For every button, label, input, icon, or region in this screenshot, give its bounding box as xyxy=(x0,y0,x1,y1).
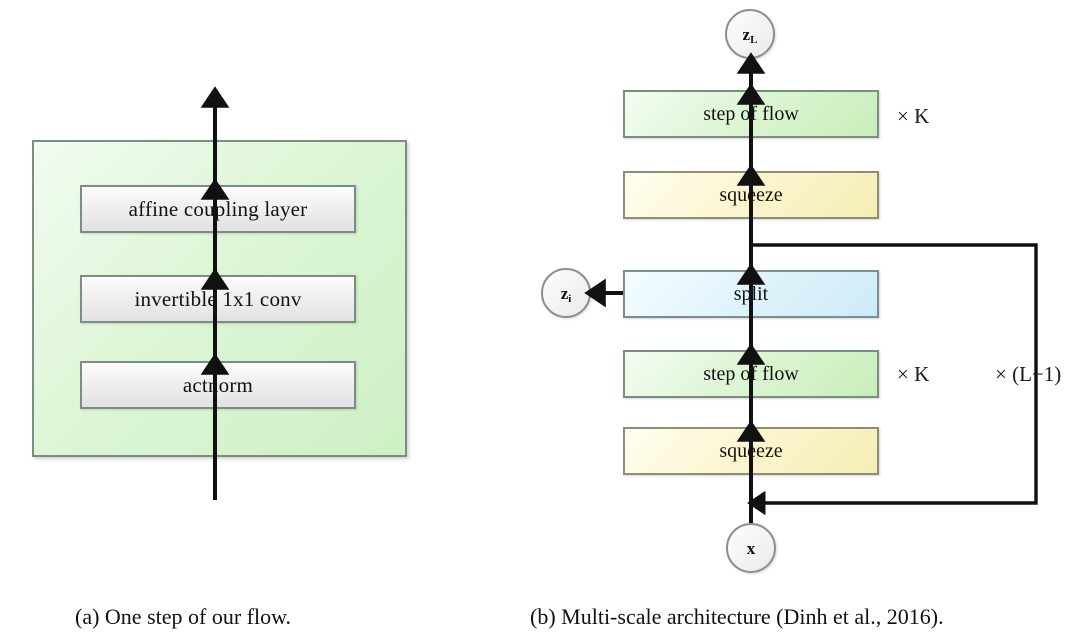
step-of-flow-box-bottom: step of flow xyxy=(623,350,879,398)
affine-coupling-layer-box: affine coupling layer xyxy=(80,185,356,233)
squeeze-box-top: squeeze xyxy=(623,171,879,219)
multiplicity-l-minus-1: × (L−1) xyxy=(995,362,1062,386)
invertible-1x1-conv-box: invertible 1x1 conv xyxy=(80,275,356,323)
squeeze-bottom-label: squeeze xyxy=(719,439,783,462)
caption-panel-b: (b) Multi-scale architecture (Dinh et al… xyxy=(530,604,944,629)
multiplicity-k-bottom: × K xyxy=(897,362,930,386)
actnorm-label: actnorm xyxy=(182,372,254,397)
squeeze-top-label: squeeze xyxy=(719,183,783,206)
squeeze-box-bottom: squeeze xyxy=(623,427,879,475)
split-box: split xyxy=(623,270,879,318)
latent-zL-label: zL xyxy=(742,24,758,46)
latent-zL-node: zL xyxy=(725,9,775,59)
split-label: split xyxy=(733,282,769,305)
figure-root: affine coupling layer invertible 1x1 con… xyxy=(0,0,1080,639)
step-of-flow-bottom-label: step of flow xyxy=(703,362,799,385)
latent-zi-node: zi xyxy=(541,268,591,318)
step-of-flow-box-top: step of flow xyxy=(623,90,879,138)
multiplicity-k-top: × K xyxy=(897,104,930,128)
input-x-node: x xyxy=(726,523,776,573)
latent-zi-label: zi xyxy=(560,283,572,305)
caption-panel-a: (a) One step of our flow. xyxy=(75,604,292,629)
step-of-flow-top-label: step of flow xyxy=(703,102,799,125)
actnorm-box: actnorm xyxy=(80,361,356,409)
affine-coupling-layer-label: affine coupling layer xyxy=(128,196,308,221)
invertible-1x1-conv-label: invertible 1x1 conv xyxy=(134,286,302,311)
input-x-label: x xyxy=(746,538,756,558)
